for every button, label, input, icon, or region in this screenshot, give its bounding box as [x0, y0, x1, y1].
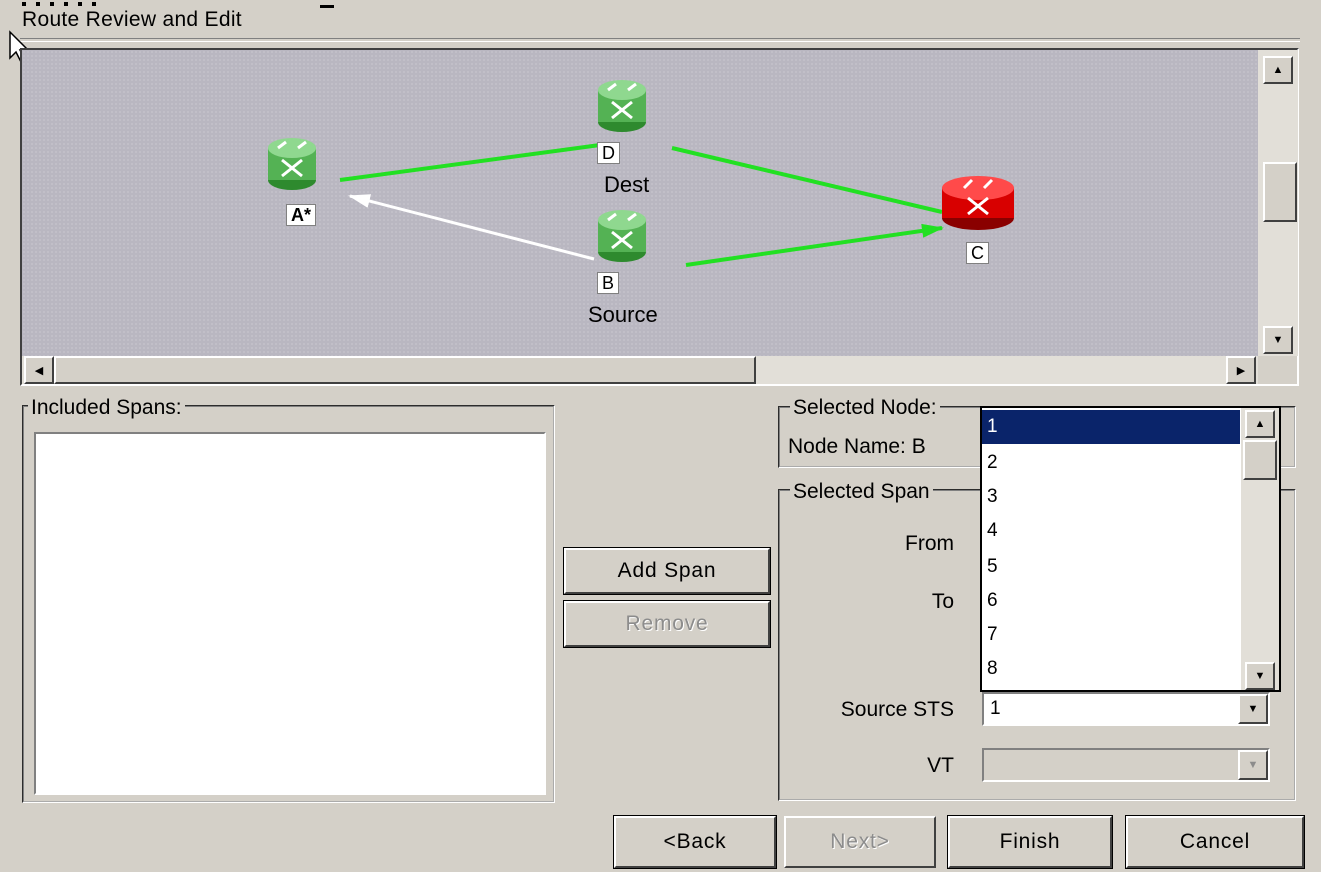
node-name-text: Node Name: B — [788, 435, 926, 458]
scroll-up-icon[interactable]: ▲ — [1245, 410, 1275, 438]
add-span-button[interactable]: Add Span — [563, 547, 771, 595]
title-decoration-tick — [320, 5, 334, 8]
dropdown-scroll-thumb[interactable] — [1243, 440, 1277, 480]
source-sts-value: 1 — [990, 698, 1001, 719]
chevron-down-icon[interactable]: ▼ — [1238, 750, 1268, 780]
node-b-label: B — [597, 272, 620, 294]
selected-node-title: Selected Node: — [790, 396, 940, 420]
map-horizontal-scrollbar[interactable]: ◀ ▶ — [22, 356, 1258, 384]
map-vertical-scrollbar[interactable]: ▲ ▼ — [1258, 50, 1298, 356]
node-a-icon[interactable] — [268, 138, 316, 190]
node-d-role: Dest — [604, 172, 650, 197]
source-sts-label: Source STS — [840, 698, 954, 721]
link-d-c[interactable] — [671, 146, 943, 214]
dropdown-option[interactable]: 6 — [982, 584, 1240, 618]
from-label: From — [905, 532, 954, 555]
scroll-left-icon[interactable]: ◀ — [24, 356, 54, 384]
dropdown-option[interactable]: 4 — [982, 514, 1240, 548]
scroll-up-icon[interactable]: ▲ — [1263, 56, 1293, 84]
source-sts-dropdown-list[interactable]: 1 2 3 4 5 6 7 8 ▲ ▼ — [980, 406, 1281, 692]
dropdown-option[interactable]: 8 — [982, 652, 1240, 686]
next-button[interactable]: Next> — [784, 816, 936, 868]
dropdown-option[interactable]: 3 — [982, 480, 1240, 514]
node-d-icon[interactable] — [598, 80, 646, 132]
horizontal-scroll-thumb[interactable] — [54, 356, 756, 384]
link-a-d[interactable] — [339, 143, 601, 182]
node-d-label: D — [597, 142, 620, 164]
vertical-scroll-thumb[interactable] — [1263, 162, 1297, 222]
node-b-role: Source — [588, 302, 658, 327]
node-b-icon[interactable] — [598, 210, 646, 262]
vt-label: VT — [927, 754, 954, 777]
node-c-icon[interactable] — [942, 176, 1014, 230]
window-title: Route Review and Edit — [22, 8, 242, 31]
title-divider — [20, 38, 1300, 42]
network-map-canvas[interactable]: A* D Dest B Source C — [22, 50, 1258, 356]
dropdown-option[interactable]: 7 — [982, 618, 1240, 652]
dropdown-option[interactable]: 1 — [982, 410, 1240, 444]
dropdown-option[interactable]: 5 — [982, 550, 1240, 584]
dropdown-option[interactable]: 2 — [982, 446, 1240, 480]
scroll-down-icon[interactable]: ▼ — [1263, 326, 1293, 354]
link-b-c[interactable] — [685, 223, 944, 267]
to-label: To — [931, 590, 954, 613]
chevron-down-icon[interactable]: ▼ — [1238, 694, 1268, 724]
scroll-down-icon[interactable]: ▼ — [1245, 662, 1275, 690]
node-c-label: C — [966, 242, 989, 264]
node-a-label: A* — [286, 204, 317, 226]
included-spans-title: Included Spans: — [28, 396, 185, 420]
scroll-right-icon[interactable]: ▶ — [1226, 356, 1256, 384]
selected-span-title: Selected Span — [790, 480, 933, 504]
dropdown-scrollbar[interactable]: ▲ ▼ — [1241, 408, 1279, 690]
title-decoration — [22, 2, 102, 6]
link-b-a[interactable] — [348, 194, 595, 261]
included-spans-list[interactable] — [34, 432, 546, 795]
finish-button[interactable]: Finish — [947, 815, 1113, 869]
back-button[interactable]: <Back — [613, 815, 777, 869]
source-sts-select[interactable]: 1 ▼ — [982, 692, 1270, 726]
cancel-button[interactable]: Cancel — [1125, 815, 1305, 869]
remove-button[interactable]: Remove — [563, 600, 771, 648]
vt-select[interactable]: ▼ — [982, 748, 1270, 782]
